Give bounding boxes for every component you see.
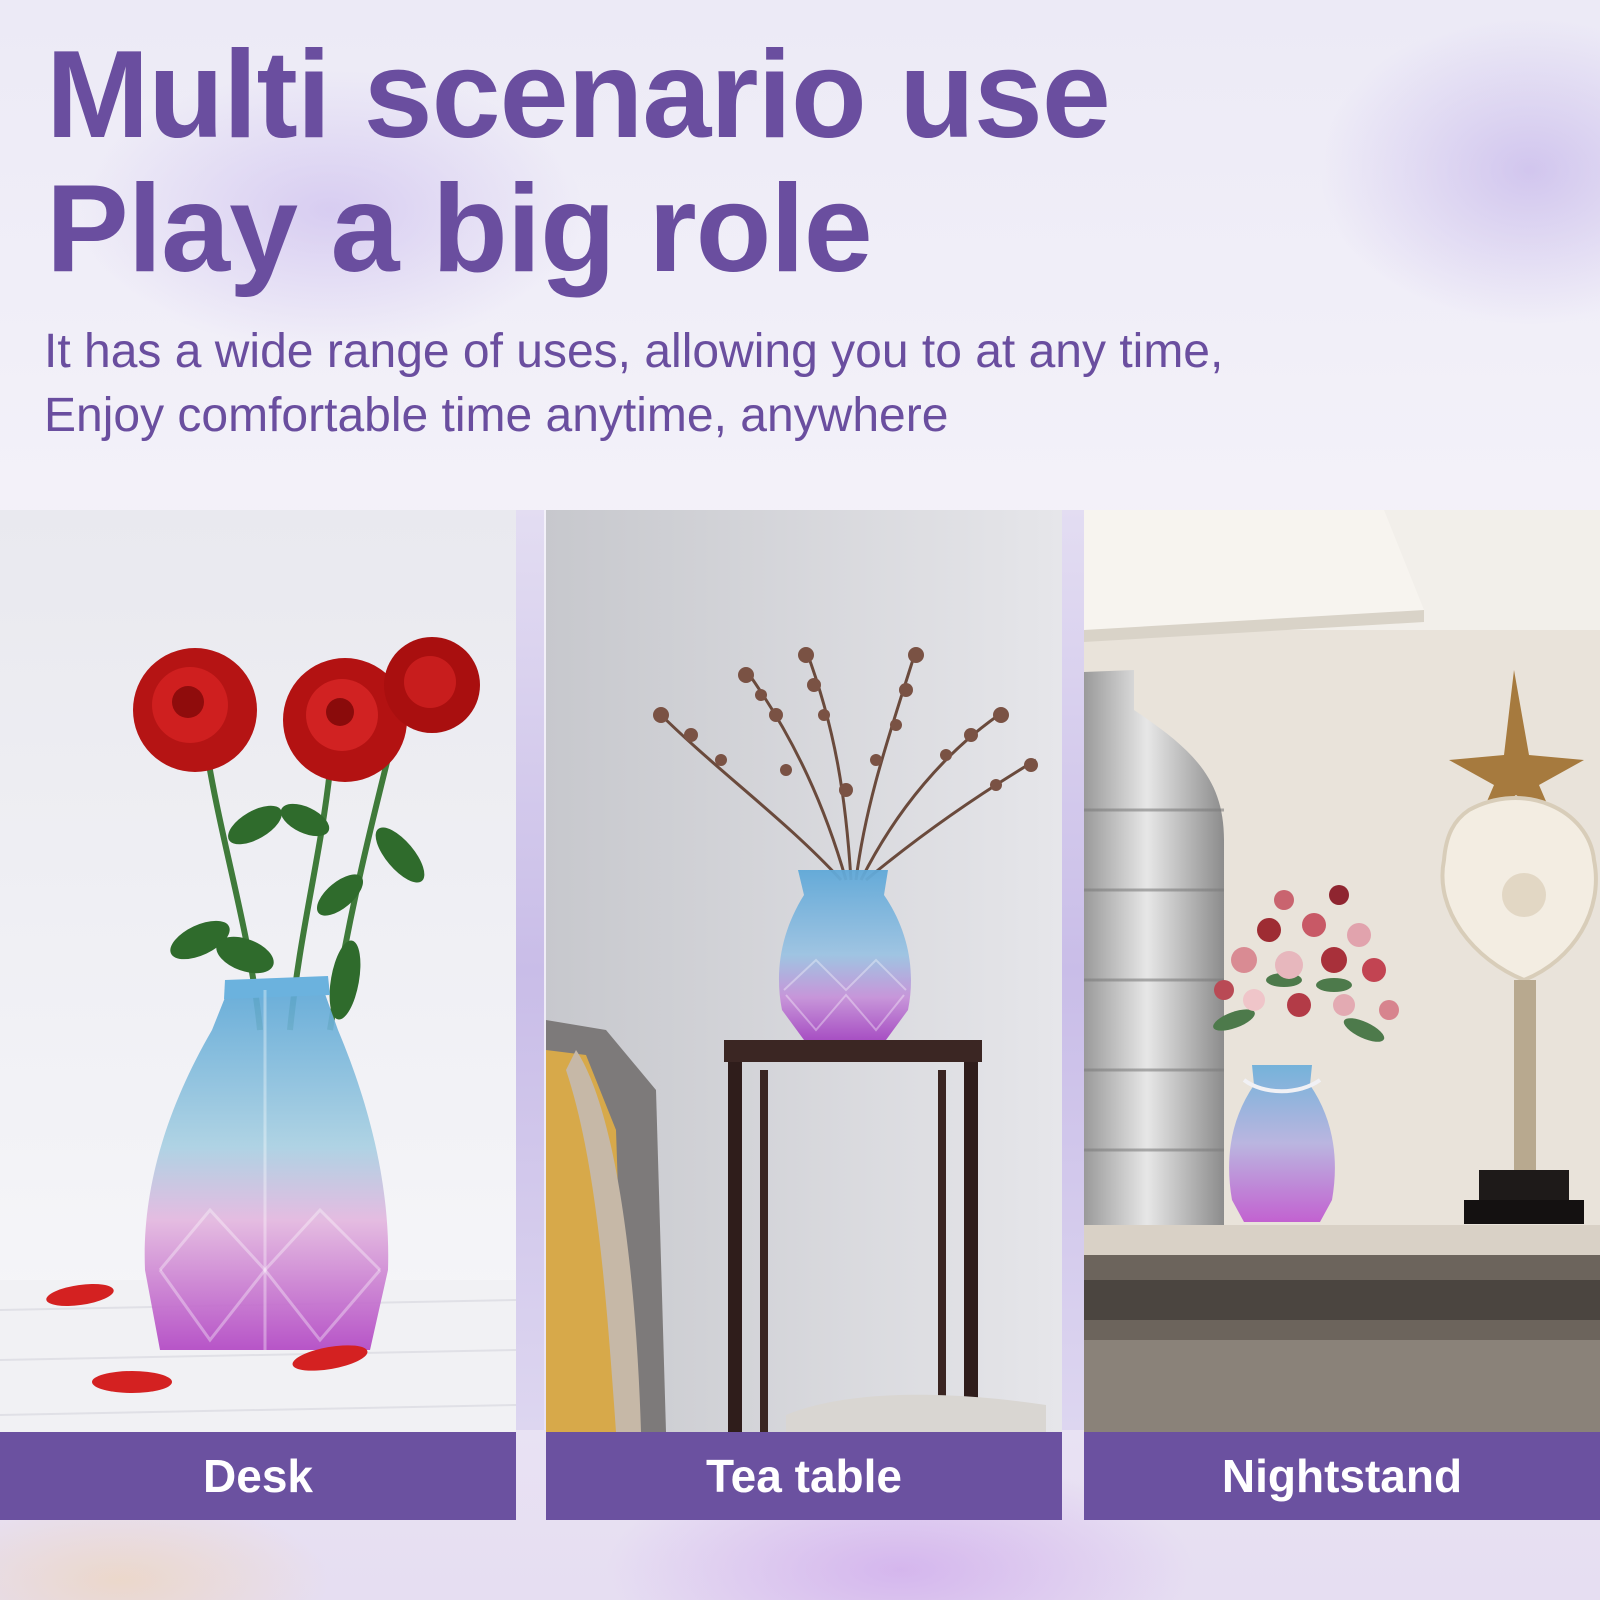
scene-label-tea-table: Tea table: [706, 1450, 902, 1502]
subtitle: It has a wide range of uses, allowing yo…: [44, 320, 1223, 448]
headline: Multi scenario use Play a big role: [46, 26, 1111, 298]
scene-card-nightstand: Nightstand: [1084, 510, 1600, 1520]
tea-table-scene-photo: [546, 510, 1062, 1432]
panel-divider: [1062, 510, 1084, 1430]
headline-line-1: Multi scenario use: [46, 26, 1111, 164]
desk-scene-photo: [0, 510, 516, 1432]
scene-label-bar: Desk: [0, 1432, 516, 1520]
panel-divider: [516, 510, 544, 1430]
scene-card-tea-table: Tea table: [546, 510, 1062, 1520]
subtitle-line-2: Enjoy comfortable time anytime, anywhere: [44, 389, 949, 442]
scene-label-bar: Nightstand: [1084, 1432, 1600, 1520]
headline-line-2: Play a big role: [46, 160, 873, 298]
scene-label-bar: Tea table: [546, 1432, 1062, 1520]
scene-label-nightstand: Nightstand: [1221, 1450, 1463, 1502]
scene-card-desk: Desk: [0, 510, 516, 1520]
subtitle-line-1: It has a wide range of uses, allowing yo…: [44, 325, 1224, 378]
scene-label-desk: Desk: [203, 1450, 313, 1502]
nightstand-scene-photo: [1084, 510, 1600, 1432]
